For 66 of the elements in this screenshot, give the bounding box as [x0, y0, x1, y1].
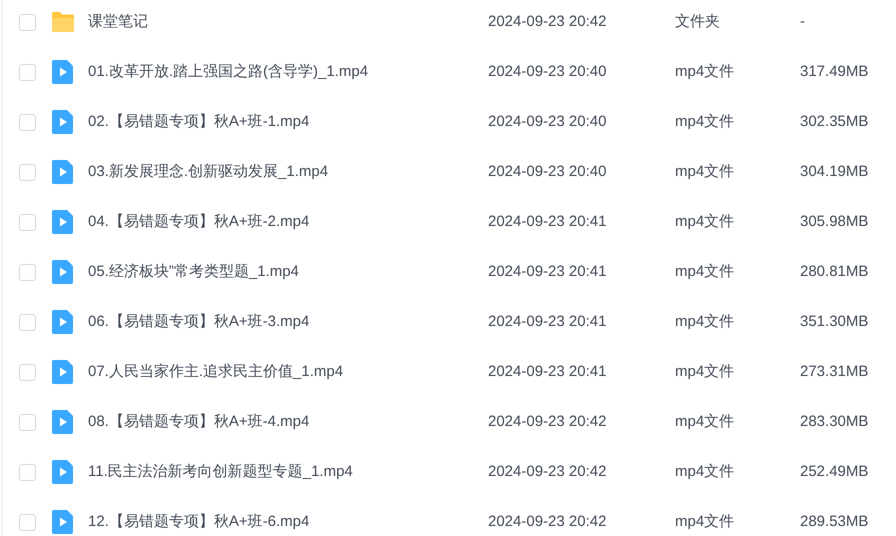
file-type: mp4文件: [675, 412, 736, 432]
file-type: 文件夹: [675, 12, 721, 32]
modified-date: 2024-09-23 20:40: [488, 162, 608, 182]
checkbox[interactable]: [19, 364, 36, 380]
file-type: mp4文件: [675, 162, 736, 182]
modified-date: 2024-09-23 20:42: [488, 12, 608, 32]
video-file-icon: [51, 260, 75, 284]
modified-date: 2024-09-23 20:42: [488, 412, 608, 432]
modified-date: 2024-09-23 20:41: [488, 362, 608, 382]
file-type: mp4文件: [675, 362, 736, 382]
video-file-icon: [51, 510, 75, 534]
video-file-icon: [51, 60, 75, 84]
file-size: 351.30MB: [800, 312, 868, 332]
checkbox[interactable]: [19, 14, 36, 30]
modified-date: 2024-09-23 20:42: [488, 512, 608, 532]
file-size: 304.19MB: [800, 162, 868, 182]
file-type: mp4文件: [675, 462, 736, 482]
file-name[interactable]: 04.【易错题专项】秋A+班-2.mp4: [88, 210, 488, 234]
file-size: 305.98MB: [800, 212, 868, 232]
file-name[interactable]: 05.经济板块”常考类型题_1.mp4: [88, 260, 488, 284]
video-file-icon: [51, 110, 75, 134]
file-name[interactable]: 11.民主法治新考向创新题型专题_1.mp4: [88, 460, 488, 484]
file-type: mp4文件: [675, 212, 736, 232]
video-file-icon: [51, 410, 75, 434]
file-type: mp4文件: [675, 262, 736, 282]
modified-date: 2024-09-23 20:42: [488, 462, 608, 482]
folder-icon: [51, 10, 75, 34]
file-name[interactable]: 课堂笔记: [88, 10, 488, 34]
video-file-icon: [51, 310, 75, 334]
modified-date: 2024-09-23 20:41: [488, 262, 608, 282]
file-name[interactable]: 06.【易错题专项】秋A+班-3.mp4: [88, 310, 488, 334]
file-size: 302.35MB: [800, 112, 868, 132]
file-name[interactable]: 08.【易错题专项】秋A+班-4.mp4: [88, 410, 488, 434]
file-name[interactable]: 03.新发展理念.创新驱动发展_1.mp4: [88, 160, 488, 184]
file-name[interactable]: 02.【易错题专项】秋A+班-1.mp4: [88, 110, 488, 134]
video-file-icon: [51, 360, 75, 384]
file-size: 273.31MB: [800, 362, 868, 382]
checkbox[interactable]: [19, 114, 36, 130]
video-file-icon: [51, 160, 75, 184]
file-size: 280.81MB: [800, 262, 868, 282]
modified-date: 2024-09-23 20:40: [488, 62, 608, 82]
file-type: mp4文件: [675, 62, 736, 82]
checkbox[interactable]: [19, 464, 36, 480]
video-file-icon: [51, 460, 75, 484]
file-size: 289.53MB: [800, 512, 868, 532]
file-size: 252.49MB: [800, 462, 868, 482]
modified-date: 2024-09-23 20:41: [488, 312, 608, 332]
checkbox[interactable]: [19, 314, 36, 330]
file-type: mp4文件: [675, 112, 736, 132]
modified-date: 2024-09-23 20:41: [488, 212, 608, 232]
file-size: 317.49MB: [800, 62, 868, 82]
checkbox[interactable]: [19, 514, 36, 530]
checkbox[interactable]: [19, 164, 36, 180]
checkbox[interactable]: [19, 264, 36, 280]
checkbox[interactable]: [19, 64, 36, 80]
file-size: -: [800, 12, 805, 32]
file-name[interactable]: 07.人民当家作主.追求民主价值_1.mp4: [88, 360, 488, 384]
file-type: mp4文件: [675, 512, 736, 532]
checkbox[interactable]: [19, 414, 36, 430]
video-file-icon: [51, 210, 75, 234]
file-type: mp4文件: [675, 312, 736, 332]
file-name[interactable]: 12.【易错题专项】秋A+班-6.mp4: [88, 510, 488, 534]
modified-date: 2024-09-23 20:40: [488, 112, 608, 132]
file-name[interactable]: 01.改革开放.踏上强国之路(含导学)_1.mp4: [88, 60, 488, 84]
file-size: 283.30MB: [800, 412, 868, 432]
checkbox[interactable]: [19, 214, 36, 230]
